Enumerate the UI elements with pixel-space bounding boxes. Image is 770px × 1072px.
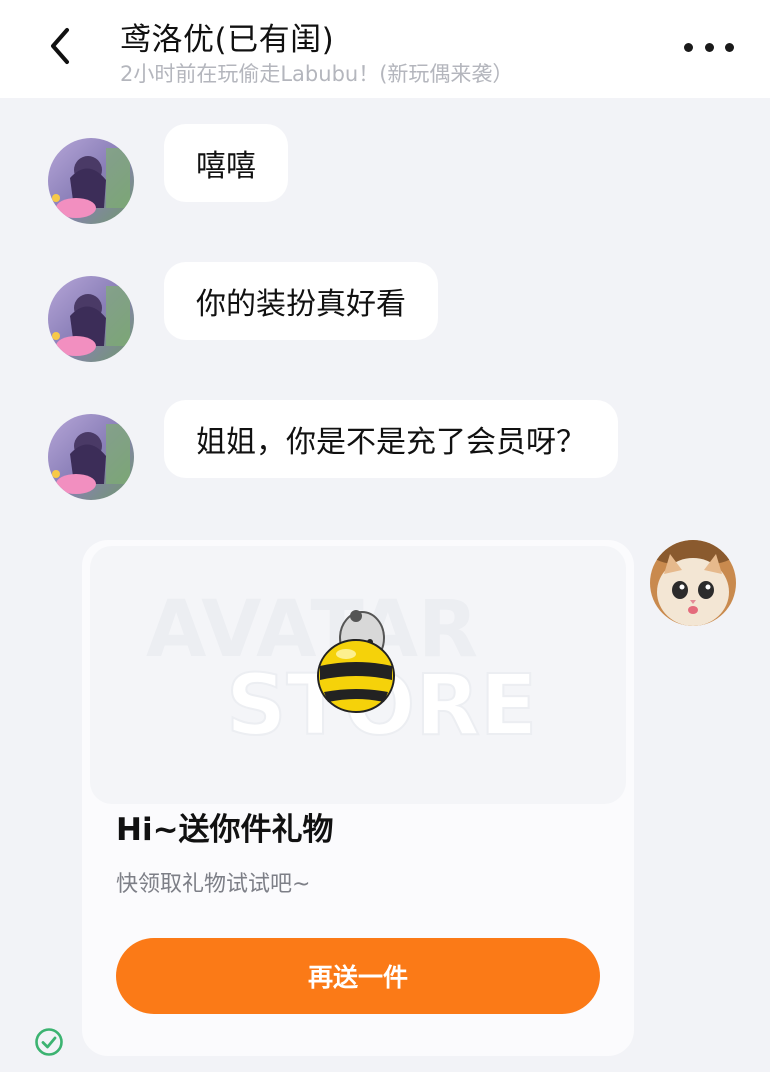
back-button[interactable]: [38, 24, 82, 68]
chat-screen: 鸢洛优(已有闺) 2小时前在玩偷走Labubu！(新玩偶来袭） 嘻嘻 你的装扮真…: [0, 0, 770, 1072]
more-dots-icon: [684, 42, 693, 52]
more-dot: [704, 42, 714, 52]
my-avatar[interactable]: [650, 540, 736, 626]
chat-header: 鸢洛优(已有闺) 2小时前在玩偷走Labubu！(新玩偶来袭）: [0, 0, 770, 98]
contact-name[interactable]: 鸢洛优(已有闺): [120, 14, 334, 59]
contact-avatar-image: [48, 138, 134, 224]
gift-card[interactable]: AVATAR STORE Hi~送你件礼物 快领取礼物试试吧~ 再送一件: [82, 540, 634, 1056]
contact-avatar-image: [48, 276, 134, 362]
message-bubble[interactable]: 你的装扮真好看: [164, 262, 438, 340]
gift-banner: AVATAR STORE: [90, 546, 626, 804]
gift-banner-image: AVATAR STORE: [146, 585, 538, 755]
chevron-left-icon: [51, 28, 69, 64]
read-status: [34, 1027, 64, 1057]
more-dot: [725, 42, 734, 52]
avatar[interactable]: [48, 138, 134, 224]
gift-title: Hi~送你件礼物: [116, 812, 334, 848]
message-bubble[interactable]: 嘻嘻: [164, 124, 288, 202]
contact-status: 2小时前在玩偷走Labubu！(新玩偶来袭）: [120, 62, 514, 86]
kitten-avatar-image: [650, 540, 736, 626]
avatar[interactable]: [48, 414, 134, 500]
check-circle-icon: [35, 1028, 63, 1056]
send-again-button[interactable]: 再送一件: [116, 938, 600, 1014]
gift-subtitle: 快领取礼物试试吧~: [116, 872, 311, 897]
message-bubble[interactable]: 姐姐，你是不是充了会员呀？: [164, 400, 618, 478]
avatar[interactable]: [48, 276, 134, 362]
contact-avatar-image: [48, 414, 134, 500]
more-button[interactable]: [684, 32, 734, 62]
